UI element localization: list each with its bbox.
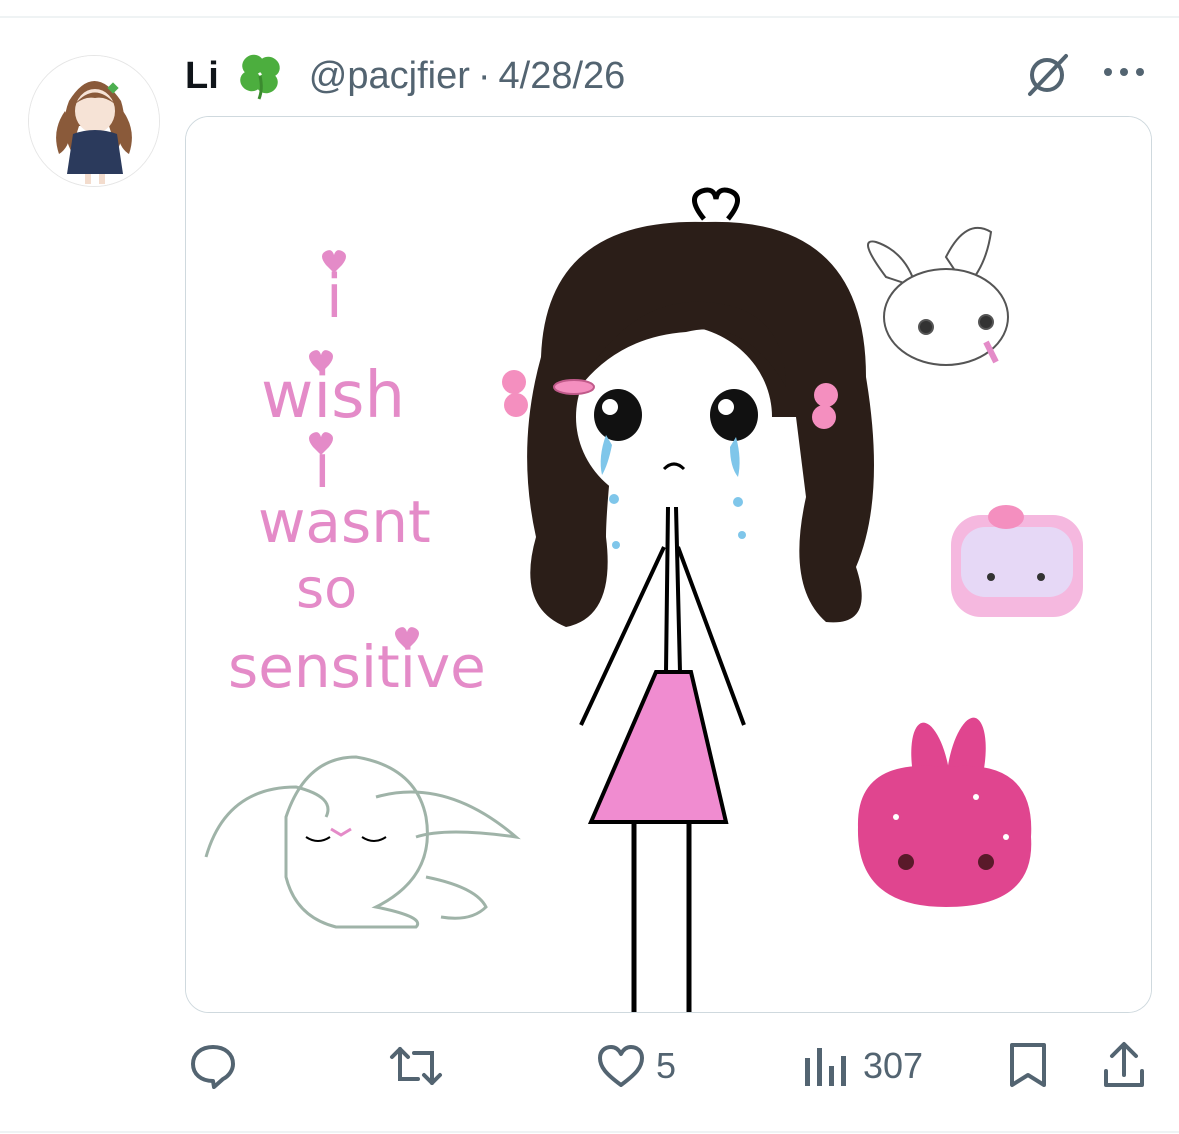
jelly-cake-sticker bbox=[951, 505, 1083, 617]
repost-icon bbox=[390, 1047, 442, 1085]
author-name[interactable]: Li bbox=[185, 55, 219, 98]
like-count: 5 bbox=[656, 1045, 677, 1086]
more-icon[interactable] bbox=[1100, 60, 1150, 84]
post-date[interactable]: 4/28/26 bbox=[499, 55, 626, 98]
image-text-line2: wish bbox=[261, 359, 405, 433]
image-text-line6: sensitive bbox=[228, 633, 486, 701]
image-text-line4: wasnt bbox=[258, 488, 431, 556]
share-button[interactable] bbox=[1100, 1036, 1148, 1096]
grok-icon[interactable] bbox=[1022, 50, 1072, 100]
separator-dot: · bbox=[477, 54, 491, 97]
post-media[interactable]: i wish i wasnt so sensitive bbox=[185, 116, 1152, 1013]
reply-button[interactable] bbox=[188, 1036, 238, 1096]
repost-button[interactable] bbox=[388, 1036, 444, 1096]
views-count: 307 bbox=[863, 1045, 924, 1086]
bottom-divider bbox=[0, 1131, 1179, 1133]
clover-emoji-icon bbox=[233, 49, 287, 103]
reply-icon bbox=[191, 1045, 235, 1089]
like-icon bbox=[598, 1045, 644, 1087]
bookmark-icon bbox=[1010, 1043, 1046, 1087]
share-icon bbox=[1104, 1042, 1144, 1087]
views-icon bbox=[805, 1048, 846, 1086]
avatar-image bbox=[29, 56, 159, 186]
post-header: Li @pacjfier · 4/28/26 bbox=[185, 48, 625, 104]
top-divider bbox=[0, 16, 1179, 18]
like-button[interactable]: 5 bbox=[596, 1036, 676, 1096]
post-image: i wish i wasnt so sensitive bbox=[186, 117, 1151, 1012]
avatar[interactable] bbox=[28, 55, 160, 187]
bookmark-button[interactable] bbox=[1006, 1036, 1050, 1096]
image-text-line5: so bbox=[296, 557, 357, 620]
views-button[interactable]: 307 bbox=[803, 1036, 923, 1096]
author-handle[interactable]: @pacjfier bbox=[309, 55, 470, 98]
action-bar: 5 307 bbox=[0, 1036, 1179, 1096]
